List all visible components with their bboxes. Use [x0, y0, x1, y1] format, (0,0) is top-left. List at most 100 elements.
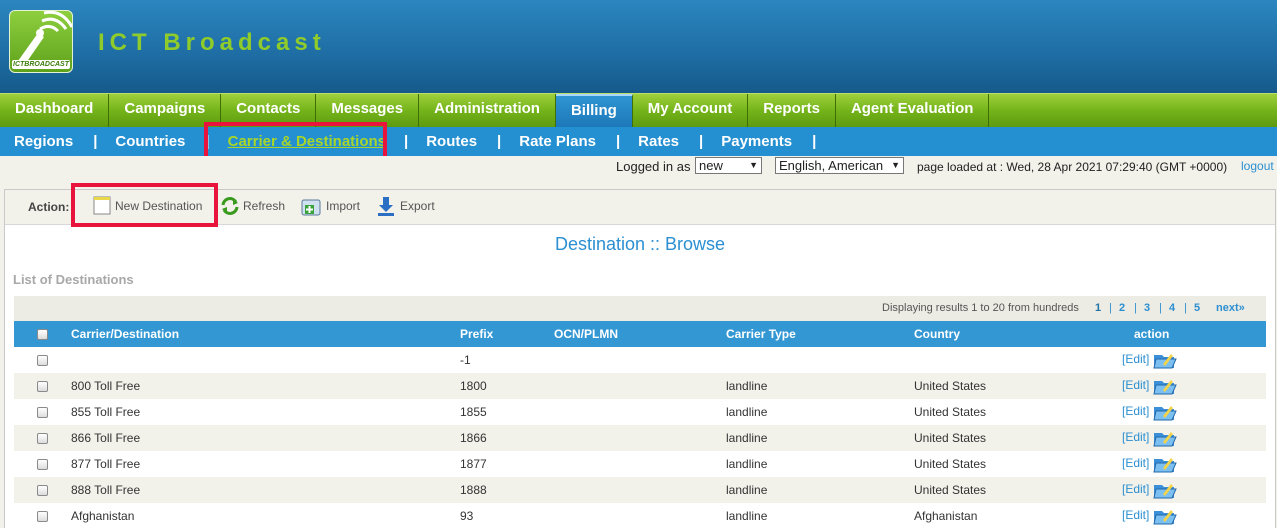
pager-separator: |: [1109, 302, 1112, 314]
edit-link[interactable]: [Edit]: [1122, 482, 1149, 496]
page-link-3[interactable]: 3: [1144, 302, 1150, 314]
nav-administration[interactable]: Administration: [419, 94, 556, 127]
open-folder-icon[interactable]: [1153, 350, 1178, 370]
row-select-cell: [14, 451, 71, 477]
brand-logo[interactable]: ICTBROADCAST: [9, 10, 73, 73]
row-checkbox[interactable]: [37, 485, 48, 497]
cell-country: United States: [914, 405, 987, 419]
cell-ocn: [554, 477, 726, 503]
row-checkbox[interactable]: [37, 433, 48, 445]
cell-ocn: [554, 503, 726, 528]
nav-contacts[interactable]: Contacts: [221, 94, 317, 127]
results-summary: Displaying results 1 to 20 from hundreds: [882, 302, 1079, 314]
cell-country: [914, 347, 1122, 373]
nav-agent-evaluation[interactable]: Agent Evaluation: [836, 94, 990, 127]
refresh-button[interactable]: Refresh: [219, 197, 285, 215]
open-folder-icon[interactable]: [1153, 454, 1178, 474]
nav-campaigns[interactable]: Campaigns: [109, 94, 222, 127]
table-row: 855 Toll Free 1855 landline United State…: [14, 399, 1266, 425]
cell-country: United States: [914, 379, 987, 393]
logout-link[interactable]: logout: [1241, 159, 1274, 173]
page-link-1[interactable]: 1: [1095, 302, 1101, 314]
import-button[interactable]: Import: [300, 199, 360, 216]
edit-link[interactable]: [Edit]: [1122, 508, 1149, 522]
row-select-cell: [14, 399, 71, 425]
cell-carrier-type: [726, 347, 914, 373]
cell-carrier: 877 Toll Free: [71, 457, 141, 471]
cell-carrier: 888 Toll Free: [71, 483, 141, 497]
content-panel: Action: New Destination Refresh Import E…: [4, 189, 1276, 528]
row-select-cell: [14, 477, 71, 503]
cell-action: [Edit]: [1122, 373, 1266, 399]
column-header-prefix[interactable]: Prefix: [460, 321, 554, 347]
row-checkbox[interactable]: [37, 381, 48, 393]
nav-my-account[interactable]: My Account: [633, 94, 749, 127]
column-header-carrier-type[interactable]: Carrier Type: [726, 321, 914, 347]
cell-carrier-type: landline: [726, 483, 768, 497]
cell-carrier-type: landline: [726, 379, 768, 393]
new-destination-button[interactable]: New Destination: [93, 196, 203, 215]
open-folder-icon[interactable]: [1153, 376, 1178, 396]
subnav-regions[interactable]: Regions: [14, 133, 73, 150]
row-checkbox[interactable]: [37, 355, 48, 367]
destinations-table: Carrier/Destination Prefix OCN/PLMN Carr…: [14, 321, 1266, 528]
open-folder-icon[interactable]: [1153, 506, 1178, 526]
open-folder-icon[interactable]: [1153, 480, 1178, 500]
export-icon: [378, 197, 394, 216]
open-folder-icon[interactable]: [1153, 402, 1178, 422]
edit-link[interactable]: [Edit]: [1122, 456, 1149, 470]
subnav-rates[interactable]: Rates: [638, 133, 679, 150]
open-folder-icon[interactable]: [1153, 428, 1178, 448]
cell-prefix: 1855: [460, 405, 487, 419]
edit-link[interactable]: [Edit]: [1122, 352, 1149, 366]
subnav-payments[interactable]: Payments: [721, 133, 792, 150]
import-icon: [301, 199, 321, 216]
next-page-link[interactable]: next»: [1216, 302, 1245, 314]
export-label: Export: [400, 199, 435, 213]
row-checkbox[interactable]: [37, 511, 48, 523]
cell-country: Afghanistan: [914, 509, 978, 523]
column-header-carrier[interactable]: Carrier/Destination: [71, 321, 460, 347]
edit-link[interactable]: [Edit]: [1122, 404, 1149, 418]
nav-dashboard[interactable]: Dashboard: [0, 94, 110, 127]
language-select[interactable]: English, American ▼: [775, 157, 904, 174]
subnav-rate-plans[interactable]: Rate Plans: [519, 133, 596, 150]
subnav-carrier-destinations[interactable]: Carrier & Destinations: [228, 133, 386, 150]
row-select-cell: [14, 347, 71, 373]
cell-prefix: 1800: [460, 379, 487, 393]
action-label: Action:: [28, 200, 70, 214]
list-title: List of Destinations: [13, 272, 134, 287]
cell-carrier-type: landline: [726, 509, 768, 523]
row-select-cell: [14, 503, 71, 528]
subnav-countries[interactable]: Countries: [115, 133, 185, 150]
subnav-separator: |: [615, 133, 621, 150]
subnav-routes[interactable]: Routes: [426, 133, 477, 150]
user-select[interactable]: new ▼: [695, 157, 762, 174]
pager-bar: Displaying results 1 to 20 from hundreds…: [14, 296, 1266, 321]
column-header-ocn[interactable]: OCN/PLMN: [554, 321, 726, 347]
page-link-4[interactable]: 4: [1169, 302, 1175, 314]
row-checkbox[interactable]: [37, 407, 48, 419]
row-checkbox[interactable]: [37, 459, 48, 471]
cell-action: [Edit]: [1122, 477, 1266, 503]
page-link-5[interactable]: 5: [1194, 302, 1200, 314]
nav-reports[interactable]: Reports: [748, 94, 836, 127]
cell-action: [Edit]: [1122, 425, 1266, 451]
page-link-2[interactable]: 2: [1119, 302, 1125, 314]
app-header: ICTBROADCAST ICT Broadcast: [0, 0, 1277, 93]
new-destination-label: New Destination: [115, 199, 203, 213]
edit-link[interactable]: [Edit]: [1122, 378, 1149, 392]
column-header-country[interactable]: Country: [914, 321, 1122, 347]
cell-prefix: 1877: [460, 457, 487, 471]
cell-carrier: [71, 347, 460, 373]
nav-messages[interactable]: Messages: [316, 94, 420, 127]
table-header-row: Carrier/Destination Prefix OCN/PLMN Carr…: [14, 321, 1266, 347]
edit-link[interactable]: [Edit]: [1122, 430, 1149, 444]
pager-separator: |: [1159, 302, 1162, 314]
cell-carrier-type: landline: [726, 457, 768, 471]
select-all-checkbox[interactable]: [37, 329, 48, 341]
column-header-action: action: [1134, 327, 1170, 341]
export-button[interactable]: Export: [375, 197, 435, 216]
nav-billing[interactable]: Billing: [555, 94, 633, 127]
row-select-cell: [14, 373, 71, 399]
